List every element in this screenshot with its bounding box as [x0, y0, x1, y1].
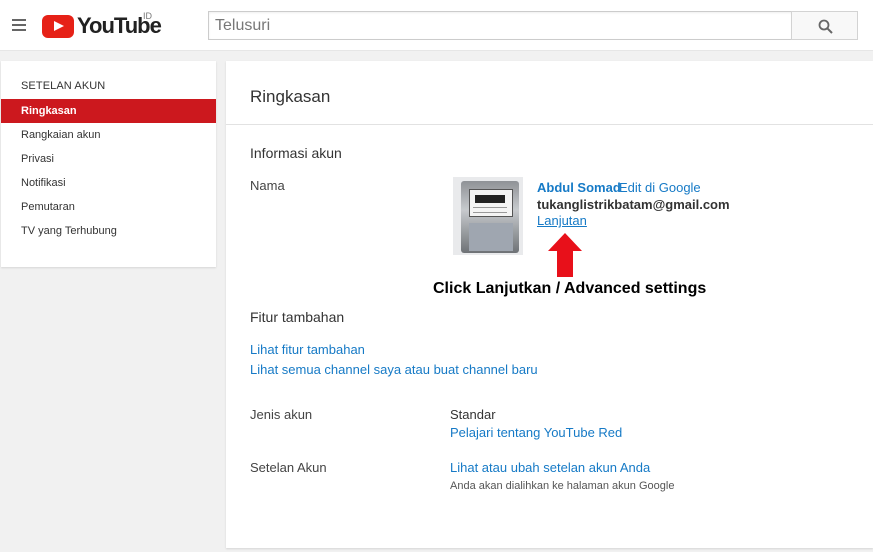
name-label: Nama: [250, 178, 285, 193]
advanced-link[interactable]: Lanjutan: [537, 213, 587, 228]
view-features-link[interactable]: Lihat fitur tambahan: [250, 342, 365, 357]
red-arrow-icon: [548, 233, 582, 277]
avatar: [453, 177, 523, 255]
play-logo-icon: [42, 14, 74, 38]
page-title: Ringkasan: [250, 87, 331, 106]
redirect-note: Anda akan dialihkan ke halaman akun Goog…: [450, 480, 675, 492]
meter-base: [469, 223, 513, 251]
meter-digits: [475, 195, 505, 203]
sidebar-item-tv-terhubung[interactable]: TV yang Terhubung: [1, 219, 216, 243]
account-info-heading: Informasi akun: [250, 145, 342, 161]
meter-lines: [473, 207, 507, 213]
masthead: YouTube ID: [0, 0, 873, 51]
sidebar-heading: SETELAN AKUN: [21, 80, 106, 92]
features-heading: Fitur tambahan: [250, 309, 345, 325]
youtube-red-link[interactable]: Pelajari tentang YouTube Red: [450, 425, 622, 440]
google-account-settings-link[interactable]: Lihat atau ubah setelan akun Anda: [450, 460, 650, 475]
email-address: tukanglistrikbatam@gmail.com: [537, 197, 730, 212]
search-box: [208, 11, 792, 40]
settings-sidebar: SETELAN AKUN Ringkasan Rangkaian akun Pr…: [1, 61, 216, 267]
sidebar-item-rangkaian-akun[interactable]: Rangkaian akun: [1, 123, 216, 147]
search-input[interactable]: [209, 12, 792, 39]
user-name-link[interactable]: Abdul Somad: [537, 180, 621, 195]
sidebar-item-pemutaran[interactable]: Pemutaran: [1, 195, 216, 219]
region-code: ID: [143, 11, 152, 21]
account-settings-label: Setelan Akun: [250, 460, 327, 475]
search-icon: [818, 19, 833, 34]
sidebar-item-ringkasan[interactable]: Ringkasan: [1, 99, 216, 123]
sidebar-item-privasi[interactable]: Privasi: [1, 147, 216, 171]
account-type-value: Standar: [450, 407, 496, 422]
instruction-annotation: Click Lanjutkan / Advanced settings: [433, 280, 707, 297]
view-channels-link[interactable]: Lihat semua channel saya atau buat chann…: [250, 362, 538, 377]
search-button[interactable]: [791, 11, 858, 40]
account-type-label: Jenis akun: [250, 407, 313, 422]
menu-icon[interactable]: [12, 19, 26, 31]
sidebar-item-notifikasi[interactable]: Notifikasi: [1, 171, 216, 195]
edit-in-google-link[interactable]: Edit di Google: [619, 180, 701, 195]
divider: [226, 124, 873, 125]
main-panel: Ringkasan Informasi akun Nama Abdul Soma…: [226, 61, 873, 548]
